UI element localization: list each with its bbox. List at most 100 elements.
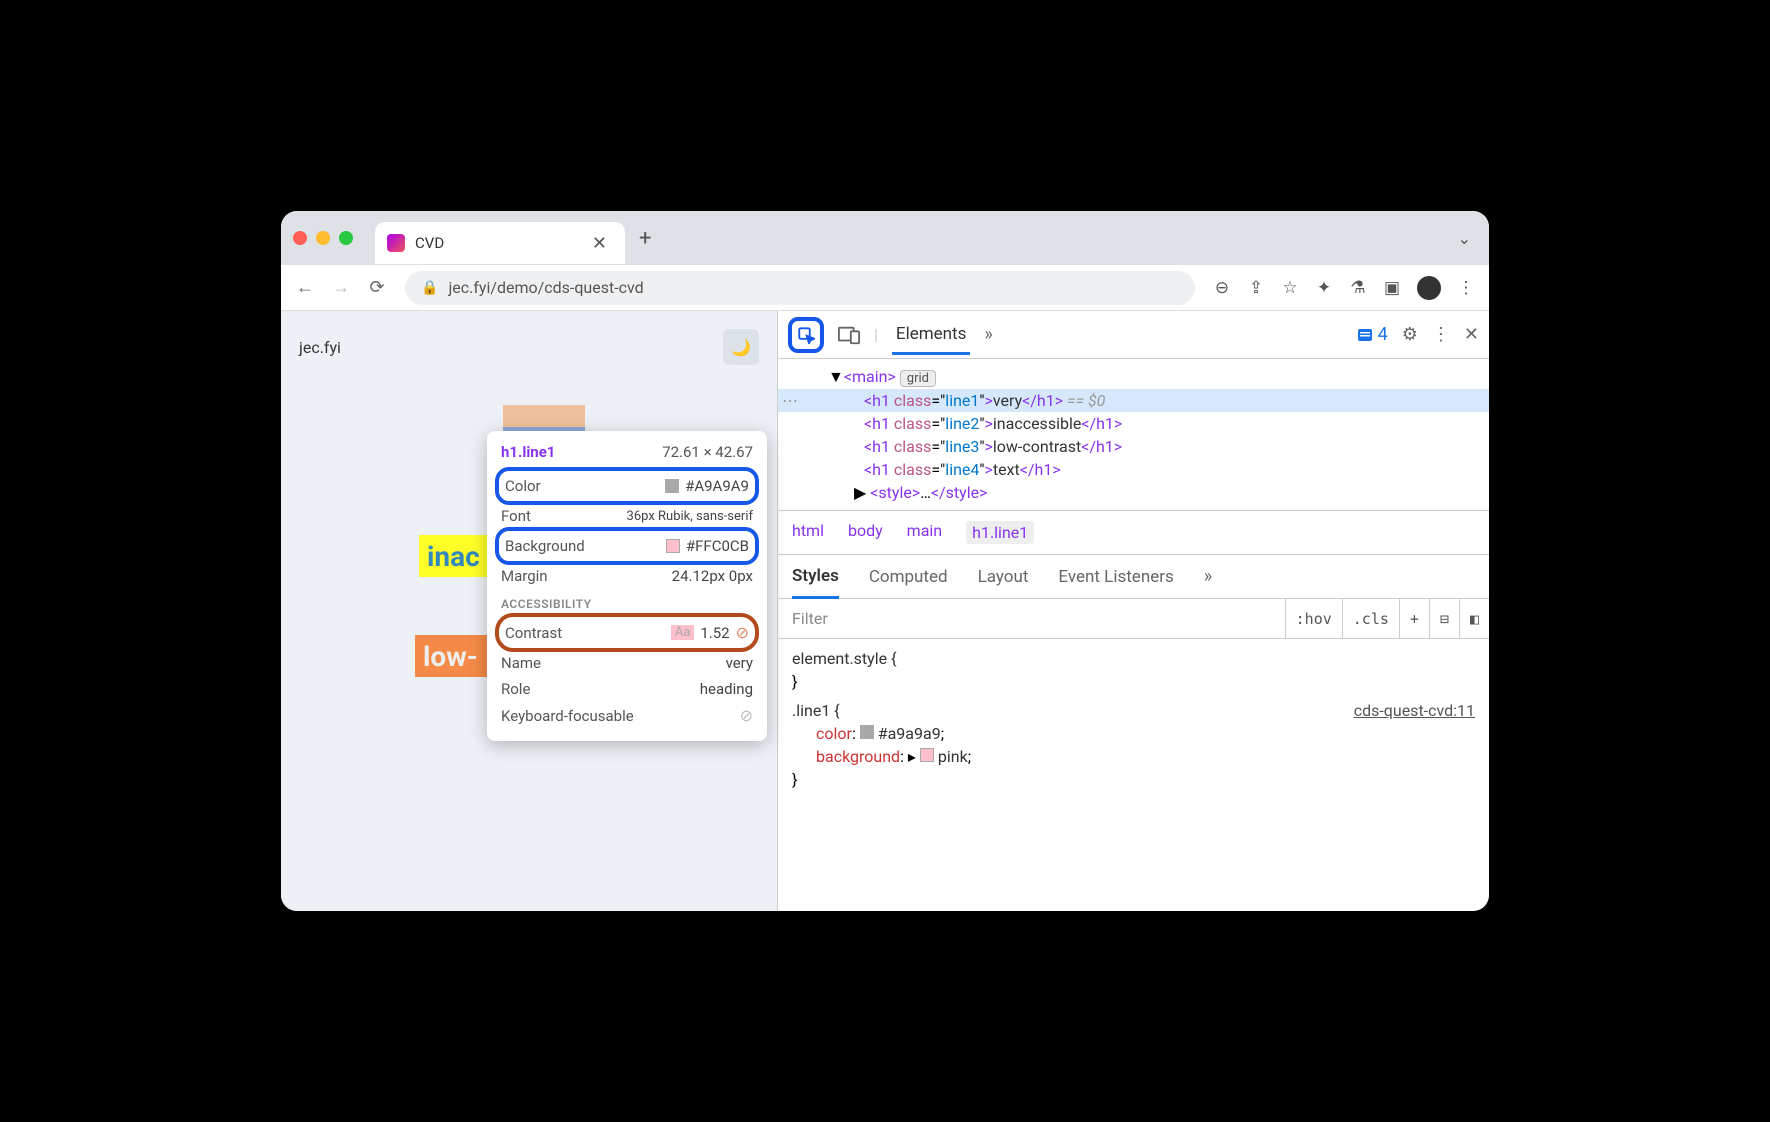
rule-selector[interactable]: .line1 {: [792, 701, 840, 720]
lock-icon: 🔒: [421, 280, 438, 296]
tooltip-contrast-value: 1.52: [700, 624, 729, 642]
minimize-window[interactable]: [316, 231, 330, 245]
close-devtools-icon[interactable]: ✕: [1464, 324, 1479, 345]
tooltip-name-value: very: [726, 654, 753, 672]
dom-h1-line2[interactable]: <h1 class="line2">inaccessible</h1>: [778, 412, 1489, 435]
tooltip-role-label: Role: [501, 680, 530, 698]
style-bg-swatch[interactable]: [920, 748, 934, 762]
tooltip-color-label: Color: [505, 477, 541, 495]
dom-tree[interactable]: ▼<main> grid ⋯<h1 class="line1">very</h1…: [778, 359, 1489, 510]
source-link[interactable]: cds-quest-cvd:11: [1354, 701, 1475, 720]
tab-computed[interactable]: Computed: [869, 567, 948, 587]
prop-color[interactable]: color: [816, 724, 852, 743]
sidepanel-icon[interactable]: ▣: [1379, 278, 1405, 298]
inspect-tooltip: h1.line1 72.61 × 42.67 Color #A9A9A9 Fon…: [487, 431, 767, 741]
prop-background[interactable]: background: [816, 747, 900, 766]
inspect-element-button[interactable]: [788, 317, 824, 353]
styles-tabs: Styles Computed Layout Event Listeners »: [778, 555, 1489, 599]
settings-icon[interactable]: ⚙: [1402, 324, 1418, 345]
dom-style[interactable]: ▶ <style>…</style>: [778, 481, 1489, 504]
traffic-lights: [293, 231, 353, 245]
filter-input[interactable]: Filter: [778, 609, 1285, 628]
tooltip-margin-value: 24.12px 0px: [672, 567, 753, 585]
tooltip-bg-label: Background: [505, 537, 585, 555]
val-background[interactable]: pink: [938, 747, 968, 766]
crumb-current[interactable]: h1.line1: [966, 521, 1034, 544]
dom-h1-line1[interactable]: ⋯<h1 class="line1">very</h1> == $0: [778, 389, 1489, 412]
tooltip-name-label: Name: [501, 654, 541, 672]
dark-mode-button[interactable]: 🌙: [723, 329, 759, 365]
tooltip-kb-label: Keyboard-focusable: [501, 707, 634, 725]
bg-swatch: [666, 539, 680, 553]
warning-icon: ⊘: [736, 623, 749, 642]
tooltip-contrast-label: Contrast: [505, 624, 562, 642]
tooltip-margin-label: Margin: [501, 567, 548, 585]
issues-button[interactable]: 4: [1356, 324, 1388, 345]
close-window[interactable]: [293, 231, 307, 245]
tab-event-listeners[interactable]: Event Listeners: [1058, 567, 1173, 587]
kebab-menu-icon[interactable]: ⋮: [1453, 278, 1479, 298]
zoom-icon[interactable]: ⊖: [1209, 278, 1235, 298]
dom-h1-line3[interactable]: <h1 class="line3">low-contrast</h1>: [778, 435, 1489, 458]
crumb-body[interactable]: body: [848, 521, 883, 544]
page-viewport: jec.fyi 🌙 very inac low- h1.line1 72.61 …: [281, 311, 777, 911]
sidebar-toggle-icon[interactable]: ◧: [1459, 599, 1489, 638]
color-swatch: [665, 479, 679, 493]
tooltip-color-value: #A9A9A9: [685, 477, 749, 495]
new-rule-button[interactable]: +: [1399, 599, 1429, 638]
page-brand: jec.fyi: [299, 338, 341, 357]
tab-styles[interactable]: Styles: [792, 566, 839, 599]
tab-layout[interactable]: Layout: [978, 567, 1029, 587]
url-text: jec.fyi/demo/cds-quest-cvd: [448, 278, 643, 297]
browser-tab[interactable]: CVD ✕: [375, 222, 625, 264]
tooltip-role-value: heading: [700, 680, 753, 698]
crumb-main[interactable]: main: [907, 521, 942, 544]
val-color[interactable]: #a9a9a9: [878, 724, 941, 743]
tooltip-dimensions: 72.61 × 42.67: [662, 443, 753, 461]
tabs-menu-icon[interactable]: ⌄: [1458, 229, 1471, 248]
styles-pane[interactable]: element.style { } .line1 {cds-quest-cvd:…: [778, 639, 1489, 799]
titlebar: CVD ✕ + ⌄: [281, 211, 1489, 265]
crumb-html[interactable]: html: [792, 521, 824, 544]
tooltip-a11y-header: ACCESSIBILITY: [501, 597, 753, 611]
tab-elements[interactable]: Elements: [892, 314, 970, 355]
more-subtabs-icon[interactable]: »: [1204, 566, 1212, 587]
device-toolbar-icon[interactable]: [838, 325, 860, 345]
breadcrumb: html body main h1.line1: [778, 510, 1489, 555]
address-bar[interactable]: 🔒 jec.fyi/demo/cds-quest-cvd: [405, 271, 1195, 305]
favicon: [387, 234, 405, 252]
not-focusable-icon: ⊘: [740, 706, 753, 725]
tab-title: CVD: [415, 234, 582, 252]
element-style-selector: element.style {: [792, 649, 896, 668]
devtools-menu-icon[interactable]: ⋮: [1432, 324, 1450, 345]
devtools-panel: | Elements » 4 ⚙ ⋮ ✕ ▼<main> grid ⋯<h1 c…: [777, 311, 1489, 911]
profile-avatar[interactable]: [1417, 276, 1441, 300]
labs-icon[interactable]: ⚗: [1345, 278, 1371, 298]
contrast-sample-icon: Aa: [671, 625, 695, 640]
new-tab-button[interactable]: +: [639, 226, 651, 251]
reload-button[interactable]: ⟳: [363, 277, 391, 298]
hov-button[interactable]: :hov: [1285, 599, 1342, 638]
issues-count: 4: [1378, 324, 1388, 345]
devtools-toolbar: | Elements » 4 ⚙ ⋮ ✕: [778, 311, 1489, 359]
style-color-swatch[interactable]: [860, 725, 874, 739]
more-tabs-icon[interactable]: »: [984, 324, 992, 345]
dom-main[interactable]: ▼<main> grid: [778, 365, 1489, 389]
grid-badge[interactable]: grid: [900, 370, 936, 387]
computed-toggle-icon[interactable]: ⊟: [1429, 599, 1459, 638]
forward-button: →: [327, 277, 355, 298]
dom-h1-line4[interactable]: <h1 class="line4">text</h1>: [778, 458, 1489, 481]
bookmark-icon[interactable]: ☆: [1277, 278, 1303, 298]
back-button[interactable]: ←: [291, 277, 319, 298]
tooltip-bg-value: #FFC0CB: [686, 537, 749, 555]
cls-button[interactable]: .cls: [1342, 599, 1399, 638]
highlight-margin-top: [503, 405, 585, 427]
share-icon[interactable]: ⇪: [1243, 278, 1269, 298]
close-tab-icon[interactable]: ✕: [592, 233, 607, 254]
tooltip-selector: h1.line1: [501, 443, 555, 461]
maximize-window[interactable]: [339, 231, 353, 245]
toolbar: ← → ⟳ 🔒 jec.fyi/demo/cds-quest-cvd ⊖ ⇪ ☆…: [281, 265, 1489, 311]
styles-filter-bar: Filter :hov .cls + ⊟ ◧: [778, 599, 1489, 639]
tooltip-font-value: 36px Rubik, sans-serif: [627, 509, 753, 524]
extensions-icon[interactable]: ✦: [1311, 278, 1337, 298]
